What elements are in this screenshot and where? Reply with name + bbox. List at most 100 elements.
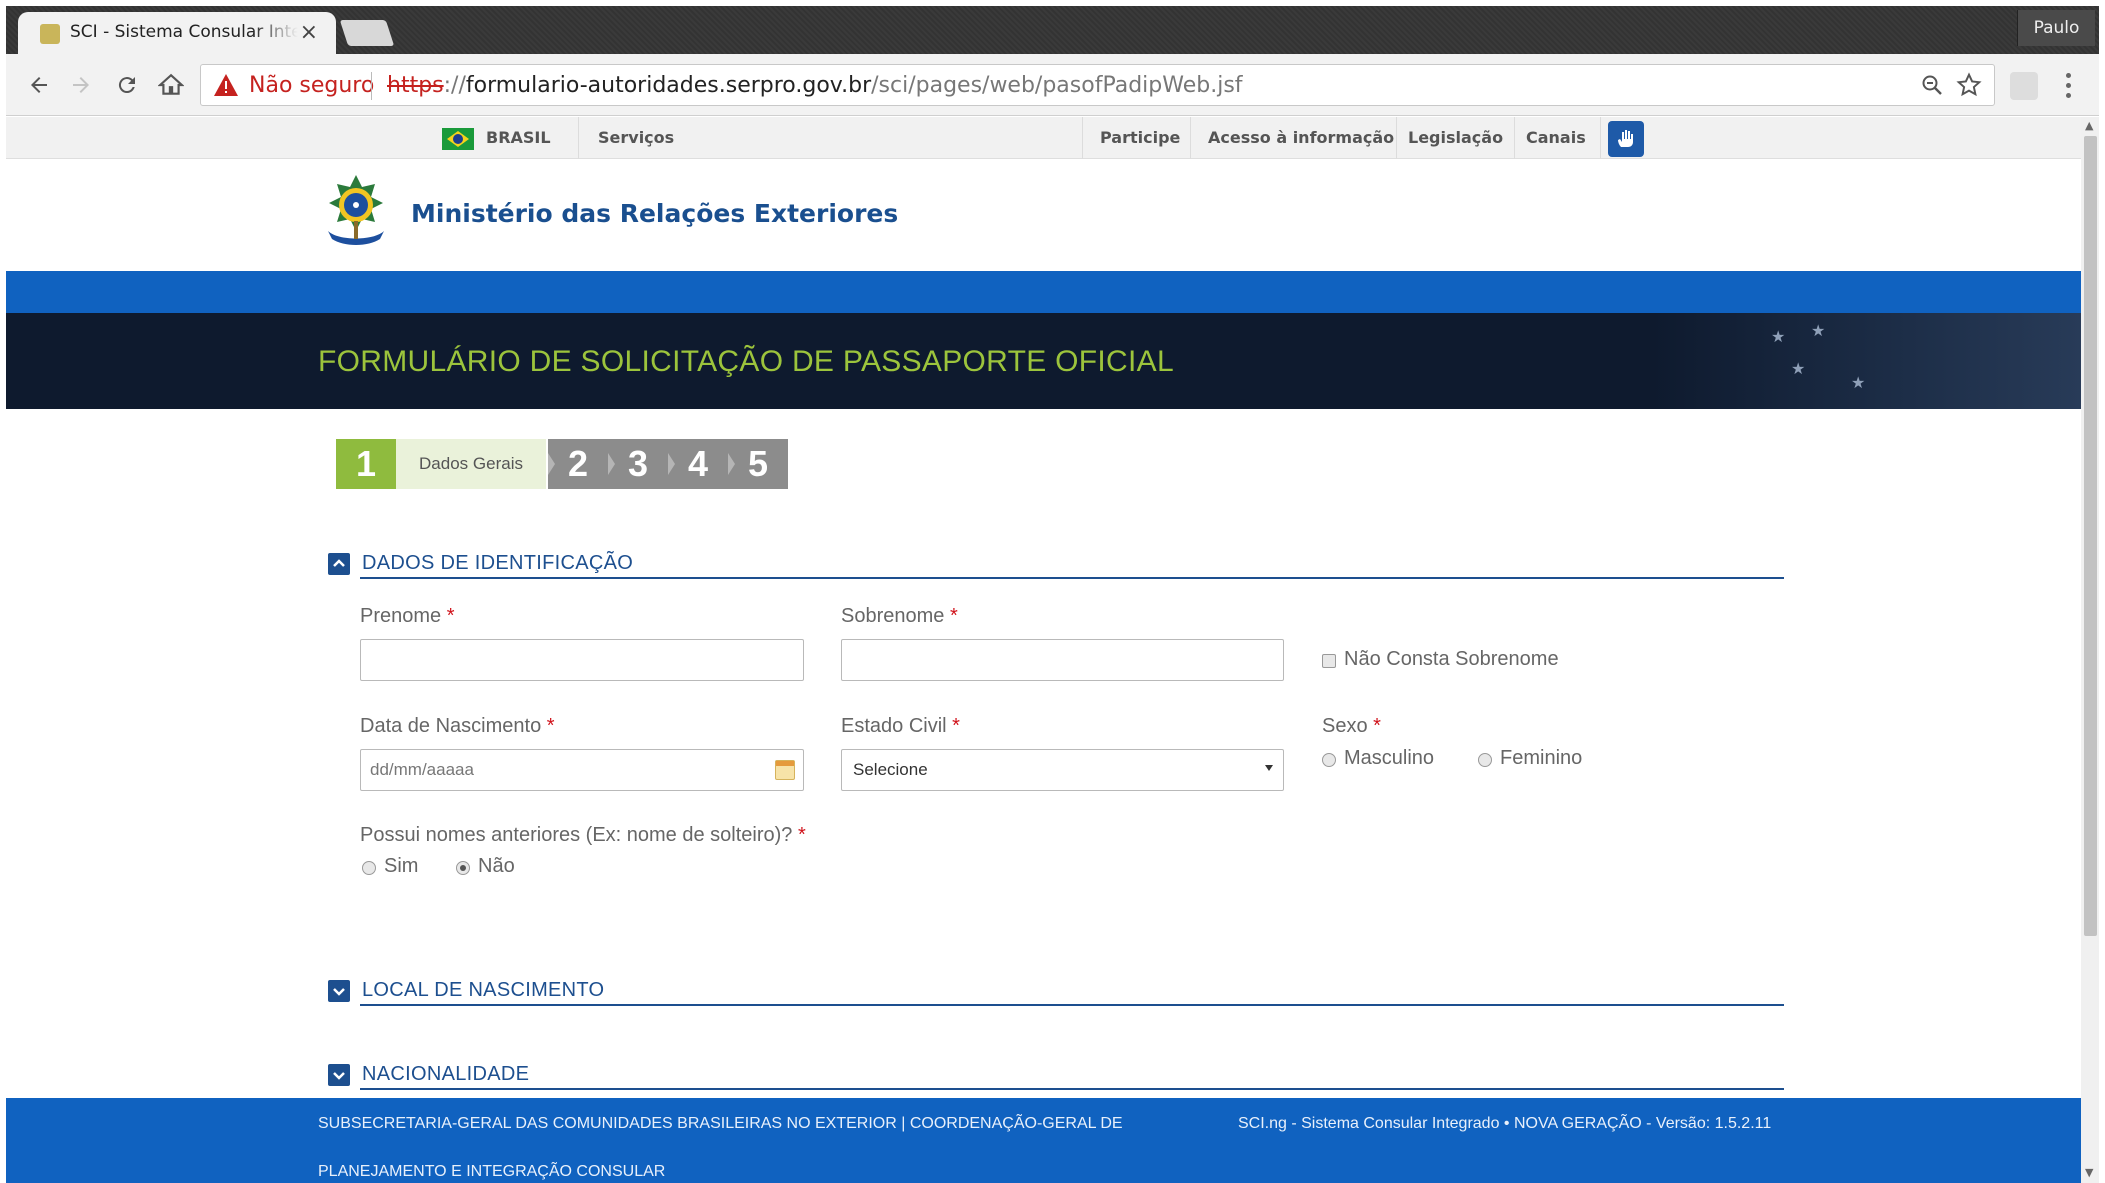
section-title-nacionalidade[interactable]: NACIONALIDADE [362, 1063, 529, 1086]
gov-separator [1600, 117, 1601, 159]
zoom-icon[interactable] [1920, 73, 1944, 101]
wizard-step-3[interactable]: 3 [608, 439, 668, 489]
home-icon[interactable] [152, 66, 190, 104]
header-blue-band [6, 271, 2081, 313]
section-title-identificacao[interactable]: DADOS DE IDENTIFICAÇÃO [362, 552, 633, 575]
wizard-step-5[interactable]: 5 [728, 439, 788, 489]
chevron-down-icon [1265, 765, 1273, 771]
sexo-feminino-radio[interactable] [1478, 753, 1492, 767]
prenome-label: Prenome * [360, 605, 455, 628]
web-page: BRASIL Serviços Participe Acesso à infor… [6, 117, 2081, 1183]
tab-close-icon[interactable]: × [300, 20, 318, 45]
wizard-step-2[interactable]: 2 [548, 439, 608, 489]
data-nascimento-placeholder: dd/mm/aaaaa [370, 760, 474, 779]
form-title: FORMULÁRIO DE SOLICITAÇÃO DE PASSAPORTE … [318, 345, 1174, 378]
required-mark: * [546, 715, 555, 737]
tab-title: SCI - Sistema Consular Integrado [70, 22, 298, 42]
gov-link-acesso[interactable]: Acesso à informação [1208, 117, 1394, 159]
gov-link-brasil[interactable]: BRASIL [486, 117, 551, 159]
footer-line-2: PLANEJAMENTO E INTEGRAÇÃO CONSULAR [318, 1163, 666, 1180]
security-label[interactable]: Não seguro [249, 73, 374, 98]
prenome-input[interactable] [360, 639, 804, 681]
url-path: /sci/pages/web/pasofPadipWeb.jsf [871, 73, 1243, 98]
prenome-label-text: Prenome [360, 605, 442, 627]
footer-version: SCI.ng - Sistema Consular Integrado • NO… [1238, 1115, 1772, 1132]
data-nascimento-label-text: Data de Nascimento [360, 715, 542, 737]
wizard-step-1[interactable]: 1 [336, 439, 406, 489]
brazil-flag-icon[interactable] [442, 128, 474, 150]
sexo-label-text: Sexo [1322, 715, 1368, 737]
passport-decoration: ★ ★ ★ ★ [1651, 313, 2081, 409]
browser-window: SCI - Sistema Consular Integrado × Paulo… [6, 6, 2099, 1183]
nomes-anteriores-nao-radio[interactable] [456, 861, 470, 875]
data-nascimento-label: Data de Nascimento * [360, 715, 555, 738]
new-tab-button[interactable] [339, 20, 395, 46]
address-bar[interactable]: Não seguro https://formulario-autoridade… [200, 64, 1995, 106]
browser-tab-active[interactable]: SCI - Sistema Consular Integrado × [18, 12, 336, 54]
section-divider [360, 1004, 1784, 1006]
accessibility-hand-icon[interactable] [1608, 121, 1644, 157]
data-nascimento-input[interactable]: dd/mm/aaaaa [360, 749, 804, 791]
footer-line-1: SUBSECRETARIA-GERAL DAS COMUNIDADES BRAS… [318, 1115, 1123, 1132]
estado-civil-select[interactable]: Selecione [841, 749, 1284, 791]
sexo-feminino-label[interactable]: Feminino [1500, 747, 1582, 770]
nomes-anteriores-sim-label[interactable]: Sim [384, 855, 418, 878]
star-icon: ★ [1811, 321, 1826, 340]
nao-consta-sobrenome-label[interactable]: Não Consta Sobrenome [1344, 648, 1559, 671]
section-title-local-nascimento[interactable]: LOCAL DE NASCIMENTO [362, 979, 604, 1002]
gov-separator [1396, 117, 1397, 159]
coat-of-arms-logo[interactable] [318, 173, 394, 253]
browser-toolbar: Não seguro https://formulario-autoridade… [6, 54, 2099, 116]
forward-icon[interactable] [62, 66, 100, 104]
section-divider [360, 577, 1784, 579]
gov-bar: BRASIL Serviços Participe Acesso à infor… [6, 117, 2081, 159]
wizard-step-1-label[interactable]: Dados Gerais [396, 439, 546, 489]
gov-link-legislacao[interactable]: Legislação [1408, 117, 1503, 159]
gov-separator [1082, 117, 1083, 159]
page-footer: SUBSECRETARIA-GERAL DAS COMUNIDADES BRAS… [6, 1098, 2081, 1183]
star-icon: ★ [1851, 373, 1866, 392]
required-mark: * [446, 605, 455, 627]
warning-icon[interactable] [213, 73, 239, 101]
bookmark-star-icon[interactable] [1956, 72, 1982, 102]
url-text[interactable]: https://formulario-autoridades.serpro.go… [387, 73, 1243, 98]
expand-section-icon[interactable] [328, 980, 350, 1002]
scrollbar-thumb[interactable] [2084, 136, 2097, 936]
required-mark: * [952, 715, 960, 737]
back-icon[interactable] [20, 66, 58, 104]
sexo-masculino-label[interactable]: Masculino [1344, 747, 1434, 770]
wizard-step-4[interactable]: 4 [668, 439, 728, 489]
sobrenome-input[interactable] [841, 639, 1284, 681]
gov-link-participe[interactable]: Participe [1100, 117, 1180, 159]
required-mark: * [949, 605, 958, 627]
estado-civil-label-text: Estado Civil [841, 715, 947, 737]
scroll-down-icon[interactable]: ▼ [2085, 1166, 2093, 1179]
nomes-anteriores-nao-label[interactable]: Não [478, 855, 515, 878]
favicon-icon [40, 24, 60, 44]
extension-icon[interactable] [2010, 72, 2038, 100]
gov-link-canais[interactable]: Canais [1526, 117, 1586, 159]
expand-section-icon[interactable] [328, 1064, 350, 1086]
estado-civil-label: Estado Civil * [841, 715, 960, 738]
estado-civil-value: Selecione [853, 760, 928, 779]
nomes-anteriores-sim-radio[interactable] [362, 861, 376, 875]
ministry-name[interactable]: Ministério das Relações Exteriores [411, 199, 898, 228]
gov-separator [1190, 117, 1191, 159]
gov-separator [578, 117, 579, 159]
nomes-anteriores-label-text: Possui nomes anteriores (Ex: nome de sol… [360, 824, 793, 846]
collapse-section-icon[interactable] [328, 553, 350, 575]
profile-button[interactable]: Paulo [2017, 10, 2095, 46]
nomes-anteriores-label: Possui nomes anteriores (Ex: nome de sol… [360, 824, 806, 847]
sobrenome-label: Sobrenome * [841, 605, 958, 628]
reload-icon[interactable] [108, 66, 146, 104]
section-divider [360, 1088, 1784, 1090]
scroll-up-icon[interactable]: ▲ [2085, 119, 2093, 132]
url-protocol: https [387, 73, 444, 98]
sexo-label: Sexo * [1322, 715, 1381, 738]
sexo-masculino-radio[interactable] [1322, 753, 1336, 767]
browser-menu-icon[interactable] [2058, 68, 2078, 102]
nao-consta-sobrenome-checkbox[interactable] [1322, 654, 1336, 668]
gov-link-servicos[interactable]: Serviços [598, 117, 674, 159]
calendar-icon[interactable] [775, 760, 795, 780]
gov-separator [1514, 117, 1515, 159]
